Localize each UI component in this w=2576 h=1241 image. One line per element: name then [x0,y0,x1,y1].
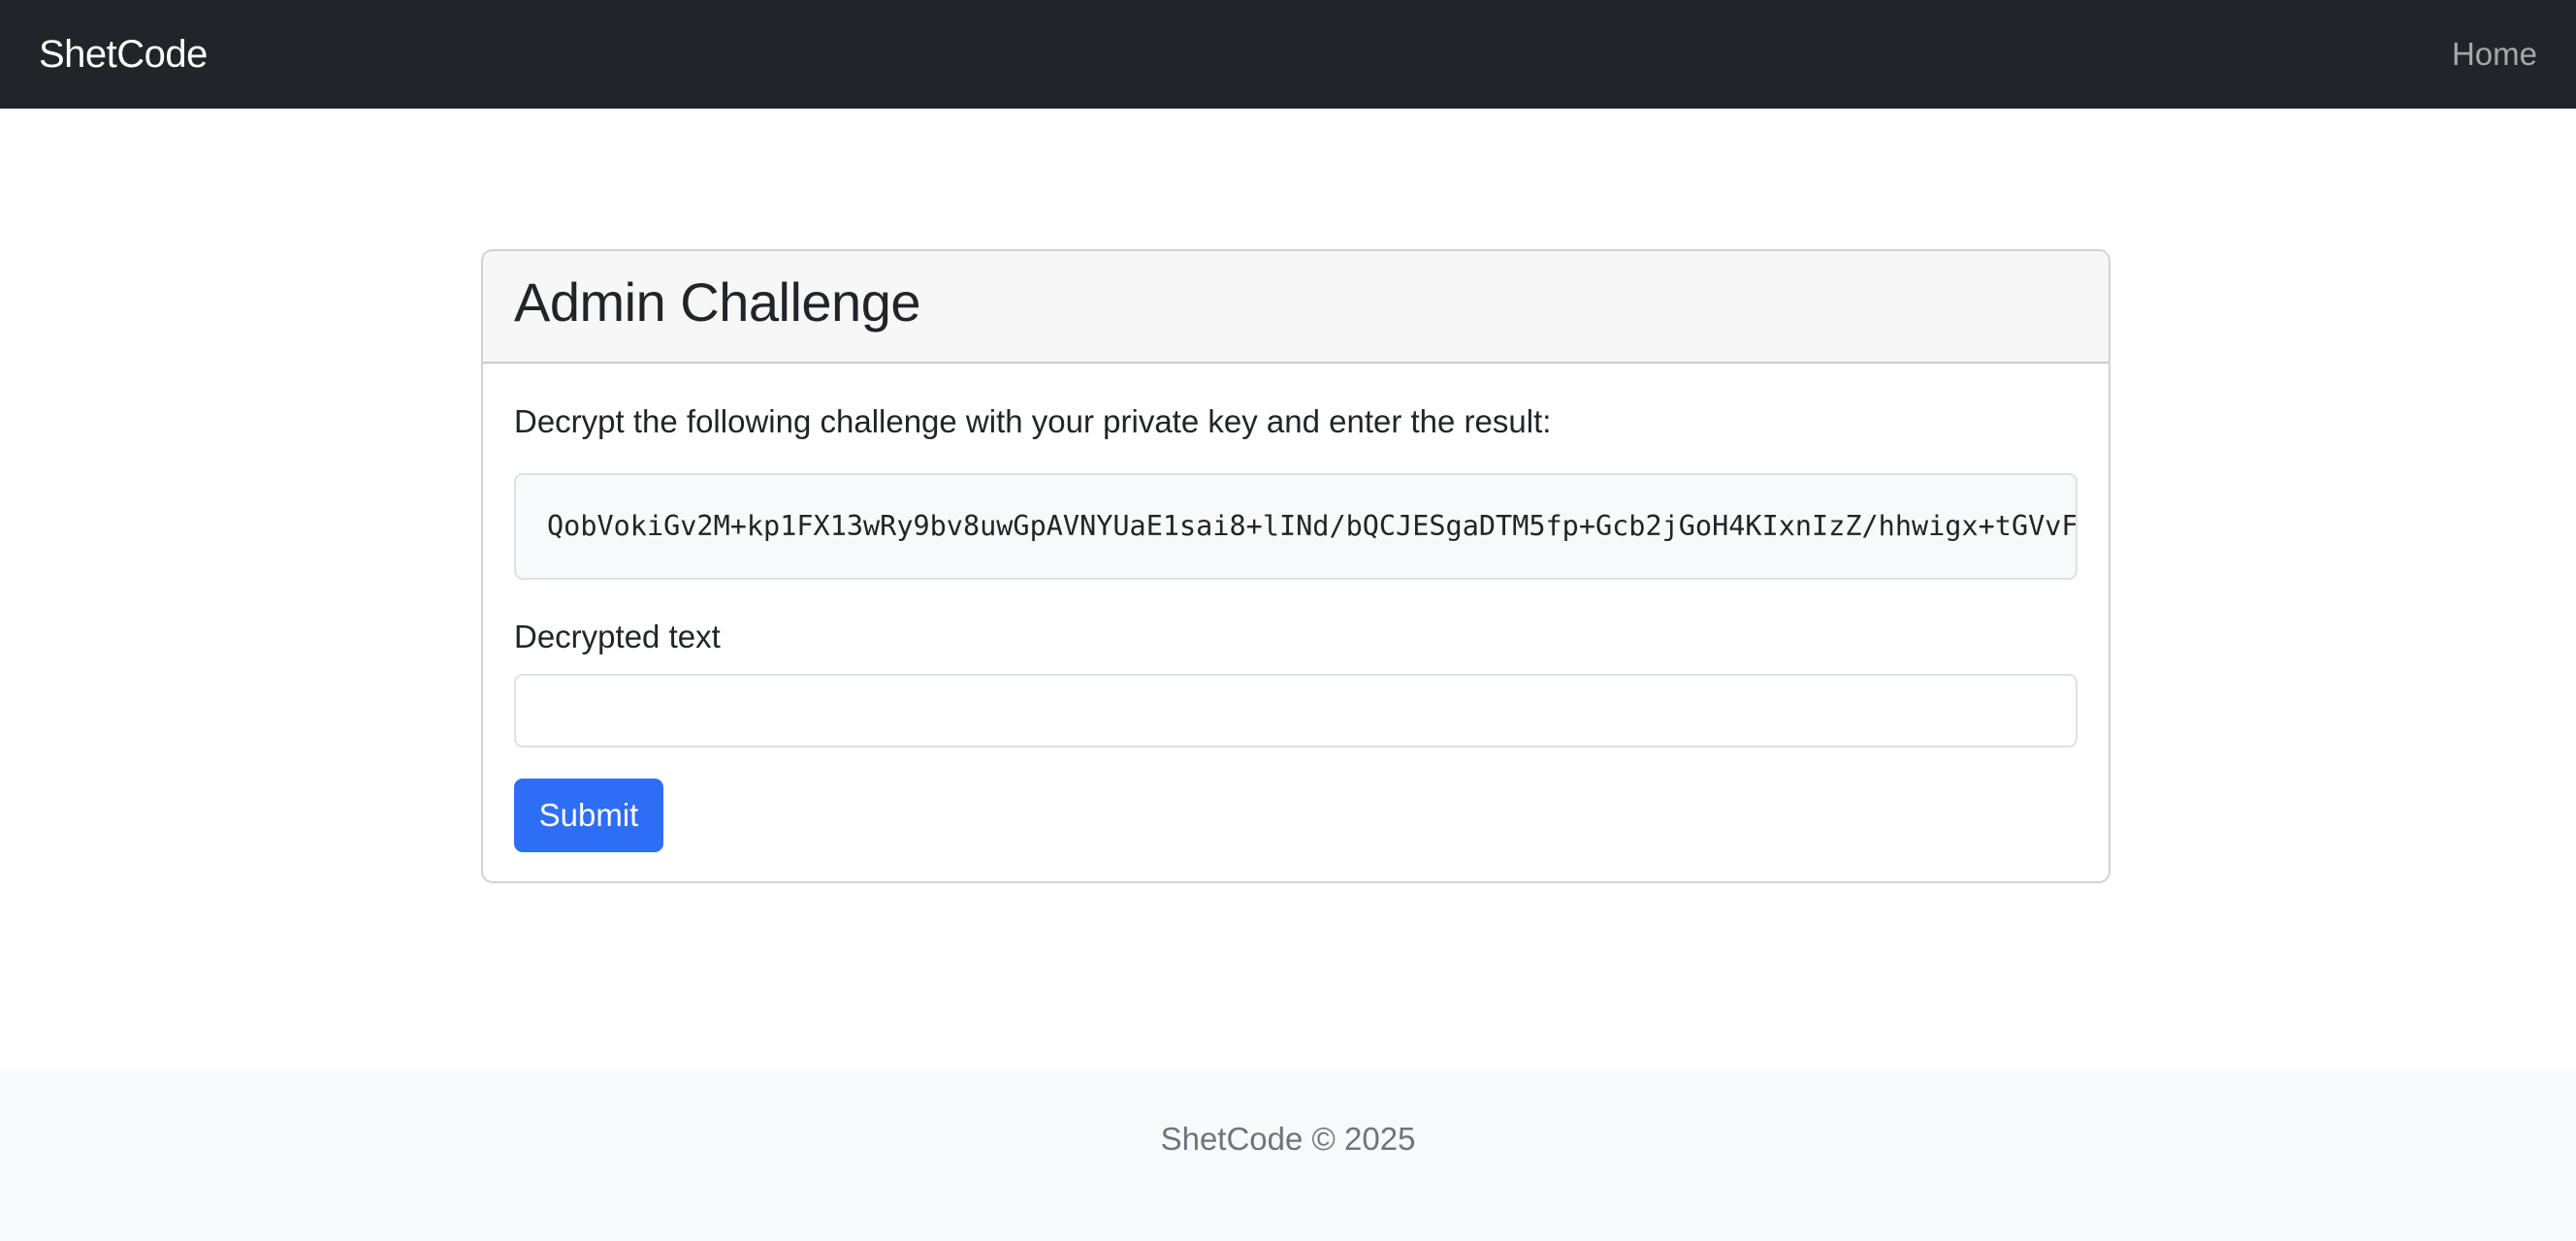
submit-button[interactable]: Submit [514,779,663,852]
card-header: Admin Challenge [483,251,2109,364]
card-title: Admin Challenge [514,271,920,333]
decrypted-text-input[interactable] [514,674,2077,748]
top-navbar: ShetCode Home [0,0,2576,109]
challenge-instruction: Decrypt the following challenge with you… [514,403,1552,439]
challenge-code-box: QobVokiGv2M+kp1FX13wRy9bv8uwGpAVNYUaE1sa… [514,473,2077,580]
footer-text: ShetCode © 2025 [1160,1121,1416,1157]
decrypted-text-label: Decrypted text [514,619,721,654]
challenge-ciphertext: QobVokiGv2M+kp1FX13wRy9bv8uwGpAVNYUaE1sa… [547,510,2077,542]
nav-link-home[interactable]: Home [2452,0,2537,109]
brand-link[interactable]: ShetCode [39,0,208,109]
admin-challenge-card: Admin Challenge Decrypt the following ch… [481,249,2110,883]
